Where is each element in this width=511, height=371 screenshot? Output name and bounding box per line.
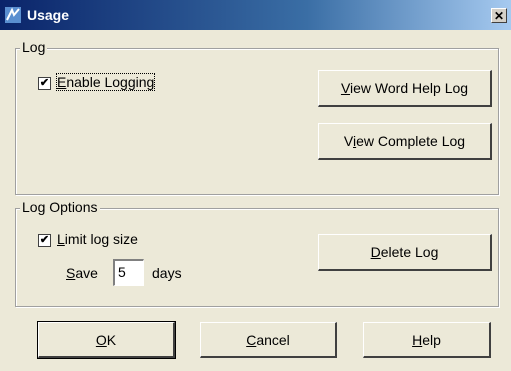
enable-logging-checkbox[interactable]: ✔ [38, 77, 51, 90]
help-button[interactable]: Help [363, 322, 491, 358]
checkmark-icon: ✔ [39, 77, 50, 89]
log-options-groupbox: Log Options ✔ Limit log size Save 5 days… [15, 199, 499, 307]
window-title: Usage [27, 7, 70, 23]
checkmark-icon: ✔ [39, 234, 50, 246]
days-label: days [152, 265, 182, 281]
log-options-group-title: Log Options [20, 199, 100, 215]
dialog-body: Log ✔ Enable Logging View Word Help Log … [0, 30, 511, 371]
close-icon: ✕ [493, 9, 505, 23]
delete-log-button[interactable]: Delete Log [318, 234, 492, 271]
enable-logging-label[interactable]: Enable Logging [55, 73, 156, 91]
usage-app-icon [5, 7, 21, 23]
save-label: Save [66, 265, 98, 281]
limit-log-size-checkbox[interactable]: ✔ [38, 234, 51, 247]
ok-button[interactable]: OK [37, 321, 176, 359]
limit-log-size-label[interactable]: Limit log size [57, 231, 138, 247]
view-word-help-log-button[interactable]: View Word Help Log [318, 70, 492, 107]
view-complete-log-button[interactable]: View Complete Log [318, 123, 492, 160]
title-bar: Usage ✕ [0, 0, 511, 30]
close-button[interactable]: ✕ [491, 8, 507, 23]
cancel-button[interactable]: Cancel [200, 322, 337, 358]
log-group-title: Log [20, 39, 48, 55]
log-groupbox: Log ✔ Enable Logging View Word Help Log … [15, 39, 499, 195]
save-days-input[interactable]: 5 [113, 259, 144, 286]
